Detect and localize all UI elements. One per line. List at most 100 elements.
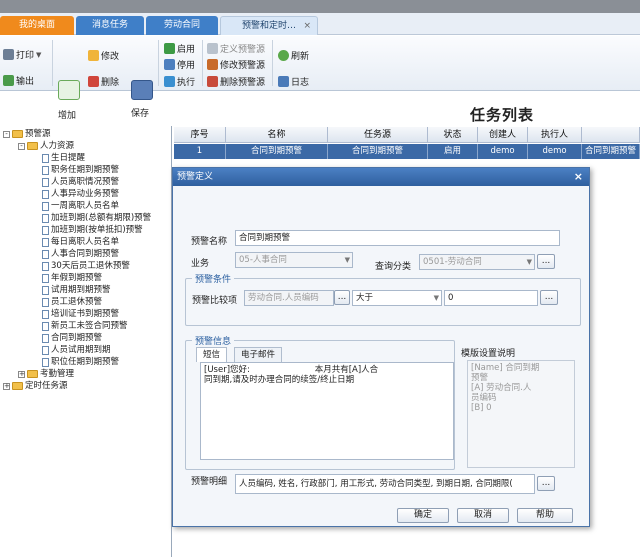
enable-button[interactable]: 启用	[164, 42, 195, 55]
execute-label: 执行	[177, 78, 196, 88]
save-icon	[131, 80, 153, 100]
tree-item[interactable]: 人事合同到期预警	[33, 248, 119, 260]
tree-item-label: 培训证书到期预警	[51, 309, 120, 319]
edit-button[interactable]: 修改	[88, 49, 119, 62]
document-icon	[42, 177, 49, 187]
close-icon[interactable]: ×	[574, 168, 583, 186]
dialog-title: 预警定义	[177, 172, 214, 182]
modify-alert-button[interactable]: 修改预警源	[207, 58, 265, 71]
column-header[interactable]: 创建人	[478, 127, 528, 143]
compare-value-field[interactable]: 0	[444, 290, 538, 306]
tree-item[interactable]: 每日离职人员名单	[33, 236, 119, 248]
column-header[interactable]: 名称	[226, 127, 328, 143]
document-icon	[42, 213, 49, 223]
tree-item[interactable]: 新员工未签合同预警	[33, 320, 128, 332]
tree-item[interactable]: 加班到期(总额有期限)预警	[33, 212, 151, 224]
tree-item[interactable]: 职位任期到期预警	[33, 356, 119, 368]
log-button[interactable]: 日志	[278, 75, 309, 88]
tree-item[interactable]: 人事异动业务预警	[33, 188, 119, 200]
tree-item-label: 考勤管理	[40, 369, 75, 379]
query-category-value: 0501-劳动合同	[423, 257, 482, 267]
delete-label: 删除	[101, 78, 120, 88]
query-category-label: 查询分类	[375, 262, 412, 272]
tab-labor-contract[interactable]: 劳动合同	[146, 16, 218, 35]
operator-select[interactable]: 大于 ▼	[352, 290, 442, 306]
column-header[interactable]	[582, 127, 640, 143]
tree-item[interactable]: 加班到期(按单抵扣)预警	[33, 224, 143, 236]
refresh-button[interactable]: 刷新	[278, 49, 309, 62]
tree-item[interactable]: 培训证书到期预警	[33, 308, 119, 320]
tree-item-label: 一周离职人员名单	[51, 201, 120, 211]
chevron-down-icon: ▼	[433, 294, 439, 302]
tree-item[interactable]: 人员离职情况预警	[33, 176, 119, 188]
tree-item[interactable]: 员工退休预警	[33, 296, 102, 308]
tree-item[interactable]: + 定时任务源	[3, 380, 68, 392]
tree-item-label: 员工退休预警	[51, 297, 103, 307]
tree-item[interactable]: + 考勤管理	[18, 368, 74, 380]
column-header[interactable]: 序号	[174, 127, 226, 143]
tree-item[interactable]: 合同到期预警	[33, 332, 102, 344]
business-label: 业务	[191, 259, 210, 269]
tree-item[interactable]: 30天后员工退休预警	[33, 260, 130, 272]
business-value: 05-人事合同	[239, 255, 287, 265]
table-cell: 合同到期预警	[226, 144, 328, 159]
tree-item[interactable]: 职务任期到期预警	[33, 164, 119, 176]
tree-item[interactable]: - 预警源	[3, 128, 51, 140]
tree-item-label: 人员离职情况预警	[51, 177, 120, 187]
export-button[interactable]: 输出	[3, 74, 34, 87]
cancel-button[interactable]: 取消	[457, 508, 509, 523]
disable-button[interactable]: 停用	[164, 58, 195, 71]
collapse-icon[interactable]: -	[3, 130, 10, 138]
document-icon	[42, 201, 49, 211]
tab-messages[interactable]: 消息任务	[76, 16, 144, 35]
ok-button[interactable]: 确定	[397, 508, 449, 523]
detail-field[interactable]: 人员编码, 姓名, 行政部门, 用工形式, 劳动合同类型, 到期日期, 合同期限…	[235, 474, 535, 494]
business-select[interactable]: 05-人事合同 ▼	[235, 252, 353, 268]
tab-sms[interactable]: 短信	[196, 347, 228, 362]
compare-browse-button[interactable]: ...	[334, 290, 350, 305]
tree-item-label: 加班到期(按单抵扣)预警	[51, 225, 143, 235]
browse-button[interactable]: ...	[537, 254, 555, 269]
tab-alerts[interactable]: 预警和定时… ×	[220, 16, 318, 35]
tab-my-desktop[interactable]: 我的桌面	[0, 16, 74, 35]
value-browse-button[interactable]: ...	[540, 290, 558, 305]
expand-icon[interactable]: +	[3, 382, 10, 390]
help-button[interactable]: 帮助	[517, 508, 573, 523]
tree-item[interactable]: - 人力资源	[18, 140, 74, 152]
column-header[interactable]: 状态	[428, 127, 478, 143]
export-label: 输出	[16, 77, 35, 87]
document-icon	[42, 249, 49, 259]
printer-icon	[3, 49, 14, 60]
tree-item[interactable]: 人员试用期到期	[33, 344, 111, 356]
expand-icon[interactable]: +	[18, 370, 25, 378]
delete-alert-icon	[207, 76, 218, 87]
page-title: 任务列表	[470, 106, 535, 124]
query-category-select[interactable]: 0501-劳动合同 ▼	[419, 254, 535, 270]
define-alert-button[interactable]: 定义预警源	[207, 42, 265, 55]
tree-item[interactable]: 试用期到期预警	[33, 284, 111, 296]
print-button[interactable]: 打印 ▼	[3, 48, 41, 61]
alert-definition-dialog: 预警定义 × 预警名称 合同到期预警 业务 05-人事合同 ▼ 查询分类 0501…	[172, 167, 590, 527]
compare-field[interactable]: 劳动合同.人员编码	[244, 290, 334, 306]
collapse-icon[interactable]: -	[18, 142, 25, 150]
tree-item-label: 职务任期到期预警	[51, 165, 120, 175]
tab-email[interactable]: 电子邮件	[234, 347, 283, 362]
tree-item-label: 定时任务源	[25, 381, 68, 391]
close-icon[interactable]: ×	[303, 17, 311, 36]
separator	[158, 40, 159, 86]
document-icon	[42, 165, 49, 175]
alert-name-field[interactable]: 合同到期预警	[235, 230, 560, 246]
folder-icon	[27, 142, 38, 150]
message-textarea[interactable]: [User]您好: 本月共有[A]人合 同到期,请及时办理合同的续签/终止日期	[200, 362, 454, 460]
separator	[52, 40, 53, 86]
tree-item[interactable]: 年假到期预警	[33, 272, 102, 284]
column-header[interactable]: 执行人	[528, 127, 582, 143]
delete-button[interactable]: 删除	[88, 75, 119, 88]
tree-item[interactable]: 一周离职人员名单	[33, 200, 119, 212]
delete-alert-button[interactable]: 删除预警源	[207, 75, 265, 88]
detail-browse-button[interactable]: ...	[537, 476, 555, 491]
execute-button[interactable]: 执行	[164, 75, 195, 88]
tab-label: 我的桌面	[18, 20, 55, 30]
tree-item[interactable]: 生日提醒	[33, 152, 85, 164]
column-header[interactable]: 任务源	[328, 127, 428, 143]
